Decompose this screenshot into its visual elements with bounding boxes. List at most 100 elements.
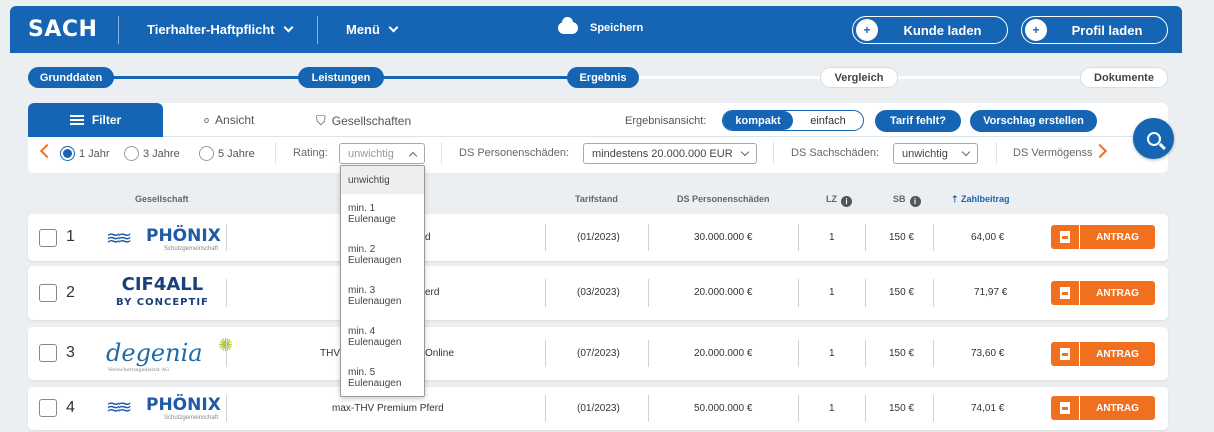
ds-person-value: 30.000.000 € [694, 232, 753, 243]
row-checkbox[interactable] [39, 284, 57, 302]
table-row[interactable]: 1 ≋≋ PHÖNIX Schutzgemeinschaft d (01/202… [28, 214, 1168, 261]
header-premium[interactable]: ⇡ Zahlbeitrag [951, 194, 1010, 205]
divider [933, 279, 934, 307]
ds-person-value: 20.000.000 € [694, 348, 753, 359]
duration-1-year[interactable]: 1 Jahr [60, 146, 110, 161]
logo-subtext: Versicherungsdienst AG [108, 367, 169, 373]
company-logo-degenia: degenia ✺ Versicherungsdienst AG [106, 335, 233, 373]
ds-person-value: mindestens 20.000.000 EUR [592, 147, 733, 160]
lz-value: 1 [829, 232, 835, 243]
rating-option-unwichtig[interactable]: unwichtig [341, 166, 424, 194]
rating-select[interactable]: unwichtig [339, 143, 425, 164]
header-sb-label: SB [893, 194, 906, 204]
rating-option-5[interactable]: min. 5 Eulenaugen [341, 367, 424, 389]
pdf-icon [1060, 402, 1070, 414]
tab-view[interactable]: o Ansicht [204, 113, 254, 127]
header-lz-label: LZ [826, 194, 837, 204]
divider [545, 340, 546, 367]
step-ergebnis[interactable]: Ergebnis [567, 67, 639, 88]
ds-person-select[interactable]: mindestens 20.000.000 EUR [583, 143, 757, 164]
info-icon[interactable]: i [841, 196, 852, 207]
step-dokumente[interactable]: Dokumente [1080, 67, 1168, 88]
row-checkbox[interactable] [39, 344, 57, 362]
header-lz[interactable]: LZ i [826, 194, 852, 207]
option-sublabel: Eulenauge [348, 214, 396, 225]
rating-option-3[interactable]: min. 3 Eulenaugen [341, 285, 424, 307]
chevron-down-icon [388, 22, 399, 33]
row-number: 1 [66, 228, 75, 245]
view-compact-option[interactable]: kompakt [723, 111, 793, 130]
search-button[interactable] [1133, 118, 1174, 159]
apply-button[interactable]: ANTRAG [1080, 225, 1155, 249]
menu-dropdown[interactable]: Menü [346, 22, 399, 37]
divider [648, 395, 649, 422]
row-number: 3 [66, 344, 75, 361]
row-number: 4 [66, 399, 75, 416]
wings-icon: ≋≋ [106, 228, 132, 249]
view-simple-option[interactable]: einfach [793, 111, 863, 130]
rating-option-1[interactable]: min. 1 Eulenauge [341, 203, 424, 225]
option-sublabel: Eulenaugen [348, 378, 402, 389]
divider [226, 224, 227, 251]
cloud-icon [558, 17, 578, 34]
header-company[interactable]: Gesellschaft [135, 194, 189, 204]
header-tariff-state[interactable]: Tarifstand [575, 194, 618, 204]
missing-tariff-button[interactable]: Tarif fehlt? [875, 110, 961, 132]
table-row[interactable]: 2 CIF4ALL BY CONCEPTIF erd (03/2023) 20.… [28, 266, 1168, 320]
top-bar: SACH Tierhalter-Haftpflicht Menü Speiche… [10, 6, 1182, 53]
result-view-toggle[interactable]: kompakt einfach [722, 110, 864, 131]
table-row[interactable]: 3 degenia ✺ Versicherungsdienst AG THV O… [28, 327, 1168, 380]
row-checkbox[interactable] [39, 399, 57, 417]
load-customer-label: Kunde laden [903, 22, 982, 38]
step-vergleich[interactable]: Vergleich [820, 67, 898, 88]
divider [226, 340, 227, 367]
step-leistungen[interactable]: Leistungen [298, 67, 384, 88]
tab-companies[interactable]: ⛉ Gesellschaften [316, 113, 411, 129]
header-ds-person[interactable]: DS Personenschäden [677, 194, 770, 204]
apply-button[interactable]: ANTRAG [1080, 342, 1155, 366]
product-dropdown[interactable]: Tierhalter-Haftpflicht [147, 22, 317, 37]
pdf-button[interactable] [1051, 281, 1079, 305]
create-proposal-button[interactable]: Vorschlag erstellen [970, 110, 1097, 132]
apply-button[interactable]: ANTRAG [1080, 396, 1155, 420]
option-label: min. 5 [348, 367, 376, 378]
pdf-button[interactable] [1051, 225, 1079, 249]
duration-5-label: 5 Jahre [218, 147, 255, 160]
load-customer-button[interactable]: + Kunde laden [852, 16, 1008, 44]
pdf-button[interactable] [1051, 396, 1079, 420]
rating-option-2[interactable]: min. 2 Eulenaugen [341, 244, 424, 266]
logo-subtext: Schutzgemeinschaft [164, 246, 219, 252]
row-checkbox[interactable] [39, 229, 57, 247]
divider [226, 395, 227, 422]
divider [648, 340, 649, 367]
rating-option-4[interactable]: min. 4 Eulenaugen [341, 326, 424, 348]
radio-unselected [124, 146, 139, 161]
pdf-icon [1060, 287, 1070, 299]
tab-filter-label: Filter [91, 113, 122, 127]
apply-button[interactable]: ANTRAG [1080, 281, 1155, 305]
header-sb[interactable]: SB i [893, 194, 921, 207]
divider [798, 395, 799, 422]
pdf-button[interactable] [1051, 342, 1079, 366]
tariff-name: THV [320, 348, 340, 359]
table-row[interactable]: 4 ≋≋ PHÖNIX Schutzgemeinschaft max-THV P… [28, 387, 1168, 430]
search-icon [1146, 131, 1161, 146]
load-profile-button[interactable]: + Profil laden [1021, 16, 1168, 44]
duration-3-years[interactable]: 3 Jahre [124, 146, 180, 161]
app-logo[interactable]: SACH [28, 17, 118, 42]
plus-icon: + [1025, 19, 1047, 41]
ds-person-label: DS Personenschäden: [459, 147, 570, 159]
ds-sach-select[interactable]: unwichtig [893, 143, 978, 164]
duration-5-years[interactable]: 5 Jahre [199, 146, 255, 161]
menu-label: Menü [346, 22, 380, 37]
divider [865, 340, 866, 367]
tab-filter[interactable]: Filter [28, 103, 163, 137]
save-button[interactable]: Speichern [558, 17, 643, 34]
option-label: min. 1 [348, 203, 376, 214]
lz-value: 1 [829, 403, 835, 414]
step-grunddaten[interactable]: Grunddaten [28, 67, 114, 88]
divider [317, 15, 318, 44]
tariff-name: erd [425, 287, 440, 298]
info-icon[interactable]: i [909, 196, 921, 207]
divider [865, 224, 866, 251]
